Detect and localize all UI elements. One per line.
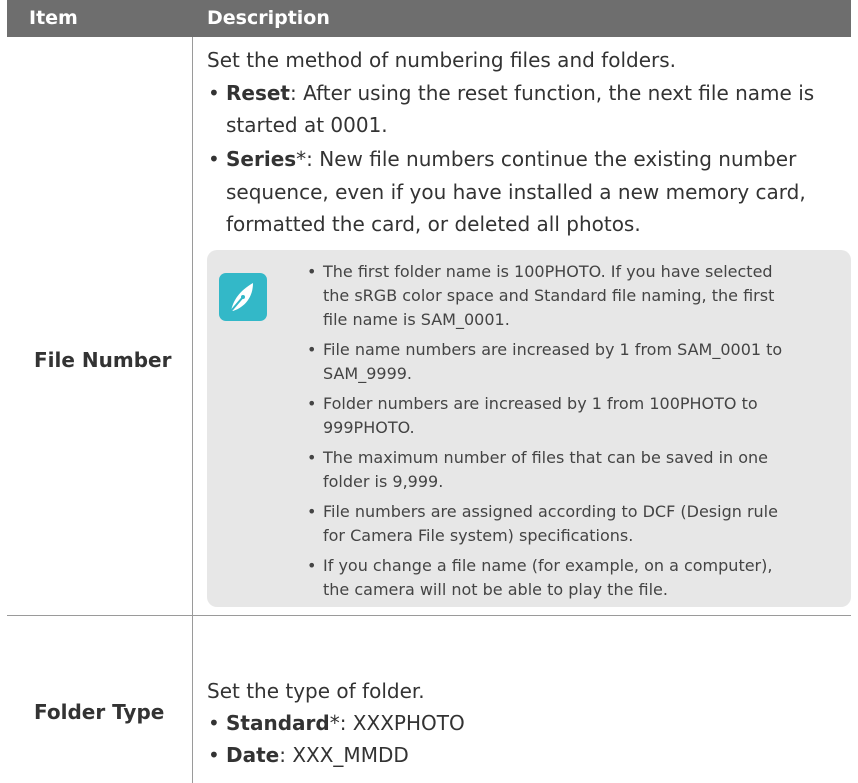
- bullet-reset-line1: • Reset: After using the reset function, …: [208, 81, 815, 105]
- bullet-series-line3: formatted the card, or deleted all photo…: [226, 212, 641, 236]
- file-number-intro: Set the method of numbering files and fo…: [207, 48, 677, 72]
- table-header: Item Description: [7, 0, 851, 37]
- bullet-date-term: Date: [226, 743, 280, 767]
- item-file-number: File Number: [34, 348, 172, 372]
- bullet-series-line2: sequence, even if you have installed a n…: [226, 180, 806, 204]
- note-box: • The first folder name is 100PHOTO. If y…: [207, 250, 851, 607]
- row-divider: [7, 615, 851, 616]
- bullet-date: • Date: XXX_MMDD: [208, 743, 409, 767]
- folder-type-intro: Set the type of folder.: [207, 679, 425, 703]
- bullet-standard-term: Standard: [226, 711, 330, 735]
- bullet-series-line1: • Series*: New file numbers continue the …: [208, 147, 797, 171]
- item-folder-type: Folder Type: [34, 700, 165, 724]
- bullet-reset-term: Reset: [226, 81, 290, 105]
- bullet-series-term: Series: [226, 147, 297, 171]
- pen-nib-icon: [219, 273, 267, 321]
- bullet-reset-line2: started at 0001.: [226, 113, 388, 137]
- bullet-standard: • Standard*: XXXPHOTO: [208, 711, 465, 735]
- header-description: Description: [207, 7, 330, 29]
- column-divider: [192, 37, 193, 783]
- header-item: Item: [29, 7, 78, 29]
